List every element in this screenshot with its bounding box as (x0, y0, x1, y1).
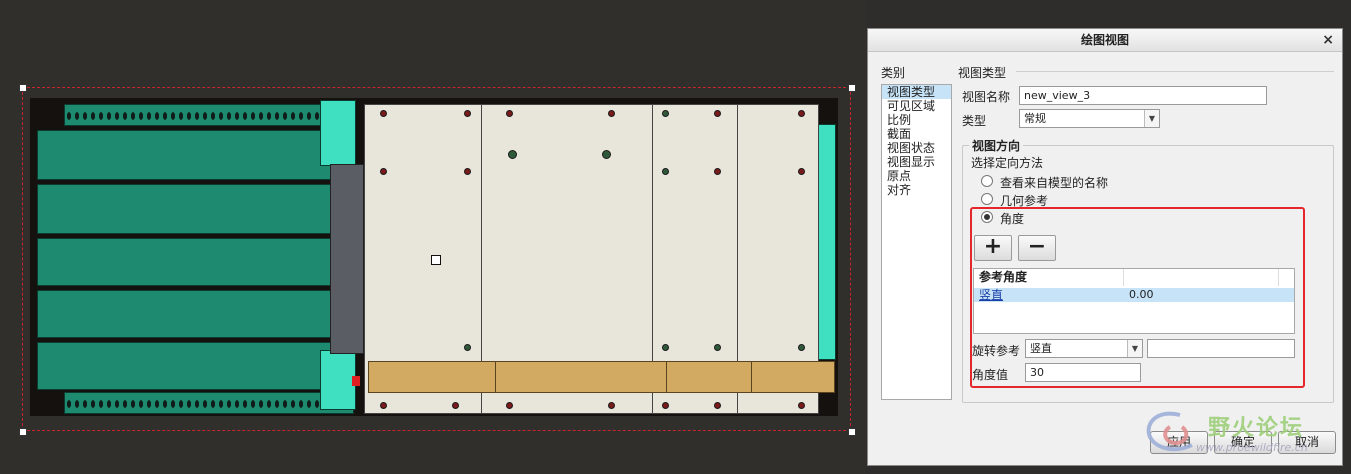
drawing-view-dialog: 绘图视图 × 类别 视图类型 可见区域 比例 截面 视图状态 视图显示 原点 对… (867, 28, 1343, 466)
hole (662, 344, 669, 351)
category-item-section[interactable]: 截面 (882, 127, 951, 141)
hole (798, 402, 805, 409)
drawing-canvas[interactable] (0, 0, 866, 474)
heatsink-fin (37, 184, 339, 234)
gray-block (330, 164, 364, 354)
hole (608, 110, 615, 117)
view-origin-marker[interactable] (431, 255, 441, 265)
category-item-view-type[interactable]: 视图类型 (882, 85, 951, 99)
hole (662, 110, 669, 117)
selection-handle[interactable] (19, 84, 27, 92)
heatsink-fin (37, 238, 339, 286)
section-title: 视图类型 (958, 66, 1007, 80)
type-select-value: 常规 (1024, 112, 1046, 125)
hole (714, 344, 721, 351)
model-view[interactable] (30, 98, 838, 416)
heatsink-fin (37, 290, 339, 338)
hole (464, 110, 471, 117)
hole (464, 344, 471, 351)
heatsink-fin (37, 130, 339, 180)
cancel-button[interactable]: 取消 (1278, 431, 1336, 454)
view-orientation-title: 视图方向 (972, 139, 1021, 153)
view-name-input[interactable]: new_view_3 (1019, 86, 1267, 105)
hole (714, 110, 721, 117)
selection-handle[interactable] (848, 84, 856, 92)
profile-bracket-right (818, 124, 836, 360)
category-item-alignment[interactable]: 对齐 (882, 183, 951, 197)
section-divider (1016, 71, 1334, 72)
heatsink-rail-top (64, 104, 354, 126)
hole (506, 402, 513, 409)
category-item-view-display[interactable]: 视图显示 (882, 155, 951, 169)
radio-geometry-ref[interactable] (981, 193, 993, 205)
selection-handle[interactable] (848, 428, 856, 436)
bar-segment (666, 361, 752, 393)
category-list[interactable]: 视图类型 可见区域 比例 截面 视图状态 视图显示 原点 对齐 (881, 84, 952, 400)
hole (602, 150, 611, 159)
method-label: 选择定向方法 (971, 156, 1044, 170)
hole (464, 168, 471, 175)
hole (714, 402, 721, 409)
hole (508, 150, 517, 159)
type-label: 类型 (962, 114, 987, 128)
hole (380, 402, 387, 409)
hole (662, 168, 669, 175)
hole (714, 168, 721, 175)
hole (506, 110, 513, 117)
hole (380, 168, 387, 175)
view-name-label: 视图名称 (962, 90, 1011, 104)
hole (798, 344, 805, 351)
heatsink-fin (37, 342, 339, 390)
close-icon[interactable]: × (1322, 29, 1334, 51)
category-item-scale[interactable]: 比例 (882, 113, 951, 127)
heatsink-rail-bottom (64, 392, 354, 414)
apply-button[interactable]: 应用 (1150, 431, 1208, 454)
red-part (352, 376, 360, 386)
category-label: 类别 (881, 66, 906, 80)
method-option-model-name[interactable]: 查看来自模型的名称 (1000, 174, 1108, 191)
hole (380, 110, 387, 117)
profile-bracket-top (320, 100, 356, 166)
bar-segment (368, 361, 496, 393)
radio-model-name[interactable] (981, 175, 993, 187)
hole (608, 402, 615, 409)
category-item-origin[interactable]: 原点 (882, 169, 951, 183)
category-item-view-state[interactable]: 视图状态 (882, 141, 951, 155)
hole (798, 168, 805, 175)
chevron-down-icon[interactable]: ▼ (1144, 110, 1159, 127)
highlight-box (970, 207, 1305, 388)
dialog-titlebar[interactable]: 绘图视图 × (868, 29, 1342, 52)
profile-bracket-bottom (320, 350, 356, 410)
type-select[interactable]: 常规 ▼ (1019, 109, 1160, 128)
hole (798, 110, 805, 117)
dialog-title: 绘图视图 (1080, 33, 1129, 47)
ok-button[interactable]: 确定 (1214, 431, 1272, 454)
bar-segment (495, 361, 667, 393)
category-item-visible-area[interactable]: 可见区域 (882, 99, 951, 113)
bar-segment (751, 361, 835, 393)
hole (662, 402, 669, 409)
hole (452, 402, 459, 409)
selection-handle[interactable] (19, 428, 27, 436)
